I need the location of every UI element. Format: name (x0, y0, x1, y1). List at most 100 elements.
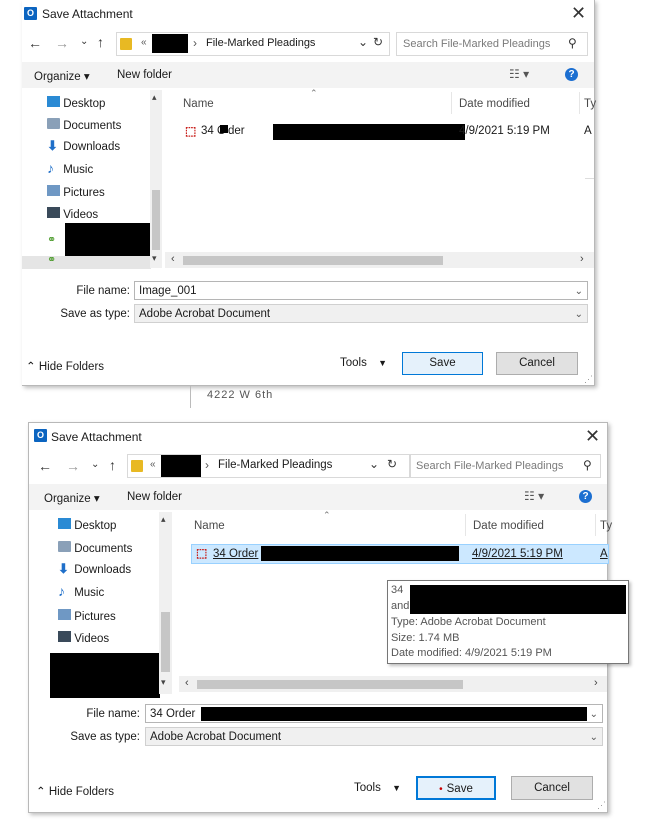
address-dropdown-icon[interactable]: ⌄ (358, 35, 368, 49)
tools-dropdown-icon: ▼ (378, 358, 387, 368)
address-overflow-chevron[interactable]: « (141, 37, 147, 48)
sidebar-item-pictures[interactable]: Pictures (47, 185, 105, 199)
sidebar-item-desktop[interactable]: Desktop (47, 96, 105, 110)
hide-folders-toggle[interactable]: ⌃ Hide Folders (36, 784, 114, 798)
view-options-icon[interactable]: ☷ ▾ (524, 489, 544, 503)
scroll-left-icon[interactable]: ‹ (185, 677, 189, 689)
refresh-icon[interactable]: ↻ (387, 457, 397, 471)
scroll-right-icon[interactable]: › (594, 677, 598, 689)
music-icon: ♪ (47, 160, 54, 176)
hscroll-thumb[interactable] (197, 680, 463, 689)
hscroll-thumb[interactable] (183, 256, 443, 265)
refresh-icon[interactable]: ↻ (373, 35, 383, 49)
save-button[interactable]: • Save (416, 776, 496, 800)
column-header-type[interactable]: Ty (584, 98, 596, 110)
organize-menu[interactable]: Organize ▾ (44, 491, 100, 505)
address-bar[interactable]: « › File-Marked Pleadings ⌄ ↻ (116, 32, 390, 56)
column-header-date[interactable]: Date modified (459, 98, 530, 110)
up-arrow-icon[interactable]: ↑ (109, 457, 116, 473)
background-document-text: 4222 W 6th (207, 389, 274, 401)
file-name-dropdown-icon[interactable]: ⌄ (575, 282, 583, 301)
column-divider[interactable] (579, 92, 580, 114)
address-folder[interactable]: File-Marked Pleadings (206, 37, 315, 49)
tools-menu[interactable]: Tools ▼ (354, 782, 401, 794)
column-header-type[interactable]: Ty (600, 520, 612, 532)
view-options-icon[interactable]: ☷ ▾ (509, 67, 529, 81)
new-folder-button[interactable]: New folder (127, 491, 182, 503)
column-divider[interactable] (465, 514, 466, 536)
address-folder[interactable]: File-Marked Pleadings (218, 459, 332, 471)
address-separator-icon: › (205, 458, 209, 472)
tools-label: Tools (354, 782, 381, 794)
search-input[interactable]: Search File-Marked Pleadings ⚲ (396, 32, 588, 56)
file-name-input[interactable]: 34 Order ⌄ (145, 704, 603, 723)
sidebar-selected-item[interactable] (22, 256, 151, 269)
file-name-dropdown-icon[interactable]: ⌄ (590, 705, 598, 724)
search-input[interactable]: Search File-Marked Pleadings ⚲ (409, 454, 601, 478)
scroll-down-icon[interactable]: ▾ (152, 253, 157, 264)
forward-arrow-icon[interactable]: → (55, 35, 69, 51)
sidebar-item-desktop[interactable]: Desktop (58, 518, 116, 532)
folder-icon (120, 38, 132, 50)
sidebar-item-documents[interactable]: Documents (47, 118, 121, 132)
scroll-down-icon[interactable]: ▾ (161, 677, 166, 688)
scroll-left-icon[interactable]: ‹ (171, 253, 175, 265)
sidebar-item-videos[interactable]: Videos (47, 207, 98, 221)
recent-chevron-icon[interactable]: ⌄ (91, 459, 99, 470)
tools-menu[interactable]: Tools ▼ (340, 357, 387, 369)
cancel-button[interactable]: Cancel (496, 352, 578, 375)
sidebar-item-music[interactable]: ♪ Music (58, 584, 104, 599)
sidebar-scrollbar[interactable]: ▴ ▾ (150, 90, 162, 268)
column-header-name[interactable]: Name (194, 520, 225, 532)
scroll-up-icon[interactable]: ▴ (152, 92, 157, 103)
save-type-select[interactable]: Adobe Acrobat Document ⌄ (145, 727, 603, 746)
scroll-up-icon[interactable]: ▴ (161, 514, 166, 525)
sidebar-scrollbar[interactable]: ▴ ▾ (159, 512, 172, 694)
sidebar-scroll-thumb[interactable] (161, 612, 170, 672)
save-type-dropdown-icon[interactable]: ⌄ (590, 728, 598, 747)
scroll-right-icon[interactable]: › (580, 253, 584, 265)
back-arrow-icon[interactable]: ← (38, 458, 52, 474)
save-type-dropdown-icon[interactable]: ⌄ (575, 305, 583, 324)
sidebar-item-music[interactable]: ♪ Music (47, 160, 93, 176)
help-icon[interactable]: ? (565, 68, 578, 81)
tooltip-line1: 34 (391, 584, 404, 596)
help-icon[interactable]: ? (579, 490, 592, 503)
network-drive-icon[interactable]: ⚭ (47, 253, 56, 266)
address-bar[interactable]: « › File-Marked Pleadings ⌄ ↻ (127, 454, 411, 478)
cancel-button[interactable]: Cancel (511, 776, 593, 800)
recent-chevron-icon[interactable]: ⌄ (80, 36, 88, 47)
file-list-hscrollbar[interactable]: ‹ › (179, 676, 607, 692)
column-divider[interactable] (451, 92, 452, 114)
sidebar-item-downloads[interactable]: ⬇ Downloads (58, 562, 131, 576)
hide-folders-toggle[interactable]: ⌃ Hide Folders (26, 359, 104, 373)
back-arrow-icon[interactable]: ← (28, 35, 42, 51)
column-divider[interactable] (595, 514, 596, 536)
close-icon[interactable]: ✕ (585, 427, 600, 445)
resize-grip-icon[interactable]: ⋰ (584, 374, 593, 385)
save-type-label: Save as type: (70, 731, 140, 743)
sidebar-item-documents[interactable]: Documents (58, 541, 132, 555)
sidebar-item-pictures[interactable]: Pictures (58, 609, 116, 623)
up-arrow-icon[interactable]: ↑ (97, 34, 104, 50)
chevron-up-icon: ⌃ (26, 361, 36, 373)
file-row-selected[interactable]: ⬚ 34 Order 4/9/2021 5:19 PM A (191, 544, 609, 564)
network-drive-icon[interactable]: ⚭ (47, 233, 56, 246)
organize-menu[interactable]: Organize ▾ (34, 69, 90, 83)
new-folder-button[interactable]: New folder (117, 69, 172, 81)
forward-arrow-icon[interactable]: → (66, 458, 80, 474)
file-name-input[interactable]: Image_001 ⌄ (134, 281, 588, 300)
sidebar-scroll-thumb[interactable] (152, 190, 160, 250)
sidebar-item-videos[interactable]: Videos (58, 631, 109, 645)
save-type-select[interactable]: Adobe Acrobat Document ⌄ (134, 304, 588, 323)
sidebar-item-downloads[interactable]: ⬇ Downloads (47, 139, 120, 153)
address-dropdown-icon[interactable]: ⌄ (369, 457, 379, 471)
file-list-hscrollbar[interactable]: ‹ › (165, 252, 594, 268)
column-header-name[interactable]: Name (183, 98, 214, 110)
column-header-date[interactable]: Date modified (473, 520, 544, 532)
file-row[interactable]: ⬚ 34 O der 4/9/2021 5:19 PM A (185, 122, 594, 140)
close-icon[interactable]: ✕ (571, 4, 586, 22)
resize-grip-icon[interactable]: ⋰ (597, 800, 606, 811)
address-overflow-chevron[interactable]: « (150, 459, 156, 470)
save-button[interactable]: Save (402, 352, 483, 375)
